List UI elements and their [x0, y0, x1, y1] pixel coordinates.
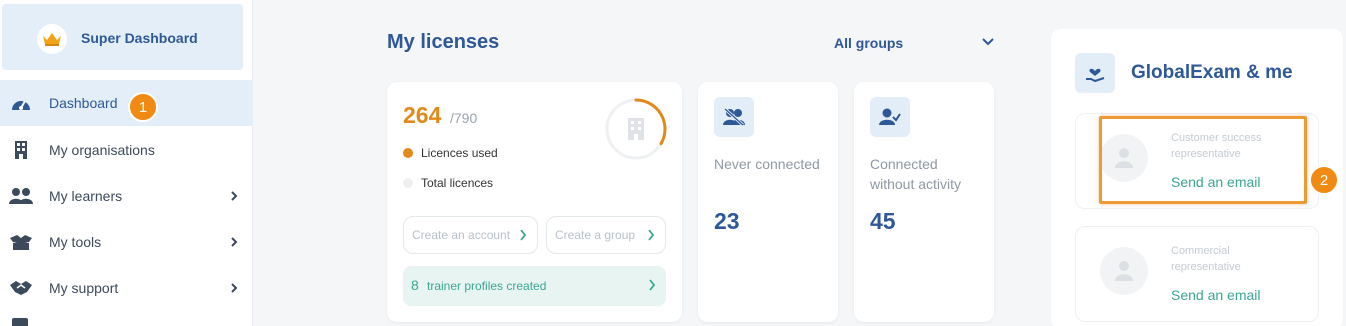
trainer-label: trainer profiles created — [427, 279, 547, 293]
sidebar-item-dashboard[interactable]: Dashboard — [0, 80, 253, 126]
licences-used-count: 264 — [403, 102, 442, 128]
never-connected-card[interactable]: Never connected 23 — [698, 82, 838, 322]
avatar-placeholder-icon — [1100, 247, 1148, 295]
users-slash-icon — [714, 97, 754, 137]
chevron-right-icon — [231, 237, 238, 247]
licenses-card: 264 /790 Licences used Total licences Cr… — [387, 82, 682, 322]
handshake-icon — [9, 276, 33, 300]
legend-total-licences: Total licences — [403, 176, 493, 190]
no-activity-label: Connected without activity — [870, 156, 962, 192]
super-dashboard-button[interactable]: Super Dashboard — [2, 4, 243, 70]
chevron-right-icon — [231, 191, 238, 201]
panel-title: GlobalExam & me — [1131, 62, 1293, 83]
create-account-button[interactable]: Create an account — [403, 216, 538, 254]
crown-icon — [37, 24, 67, 54]
super-dashboard-label: Super Dashboard — [81, 30, 198, 46]
sidebar-item-label: My organisations — [49, 142, 155, 158]
trainer-count: 8 — [411, 277, 419, 293]
sidebar-item-tools[interactable]: My tools — [0, 219, 253, 265]
no-activity-card[interactable]: Connected without activity 45 — [854, 82, 994, 322]
toolbox-icon — [9, 230, 33, 254]
sidebar-item-learners[interactable]: My learners — [0, 173, 253, 219]
chevron-right-icon — [648, 229, 655, 241]
sidebar-item-label: My learners — [49, 188, 123, 204]
chevron-right-icon — [231, 283, 238, 293]
step-marker-2: 2 — [1309, 165, 1339, 195]
sidebar-item-label: My support — [49, 280, 119, 296]
licences-usage-ring — [605, 98, 667, 160]
sidebar: Super Dashboard Dashboard 1 My organisat… — [0, 0, 253, 326]
never-connected-value: 23 — [714, 208, 740, 234]
hand-heart-icon — [1075, 53, 1115, 93]
chevron-right-icon — [520, 229, 527, 241]
never-connected-label: Never connected — [714, 156, 820, 172]
sidebar-item-label: Dashboard — [49, 95, 118, 111]
partial-nav-icon — [12, 318, 28, 326]
contact-role: Commercial representative — [1171, 245, 1241, 273]
no-activity-value: 45 — [870, 208, 896, 234]
chevron-down-icon — [982, 38, 994, 46]
trainer-profiles-link[interactable]: 8 trainer profiles created — [403, 266, 666, 306]
annotation-highlight-box — [1099, 116, 1307, 204]
user-check-icon — [870, 97, 910, 137]
sidebar-item-organisations[interactable]: My organisations — [0, 127, 253, 173]
page-title: My licenses — [387, 31, 500, 53]
gauge-icon — [9, 91, 33, 115]
send-email-link[interactable]: Send an email — [1171, 287, 1261, 303]
building-icon — [9, 138, 33, 162]
building-icon — [628, 118, 644, 140]
users-icon — [9, 184, 33, 208]
group-filter-select[interactable]: All groups — [834, 33, 996, 53]
step-marker-1: 1 — [128, 92, 158, 122]
chevron-right-icon — [649, 279, 656, 291]
sidebar-item-support[interactable]: My support — [0, 265, 253, 311]
create-group-button[interactable]: Create a group — [546, 216, 666, 254]
contact-card-commercial: Commercial representative Send an email — [1075, 226, 1319, 322]
legend-licences-used: Licences used — [403, 146, 498, 160]
licences-total-count: /790 — [450, 110, 478, 126]
group-filter-value: All groups — [834, 35, 904, 51]
sidebar-item-label: My tools — [49, 234, 102, 250]
